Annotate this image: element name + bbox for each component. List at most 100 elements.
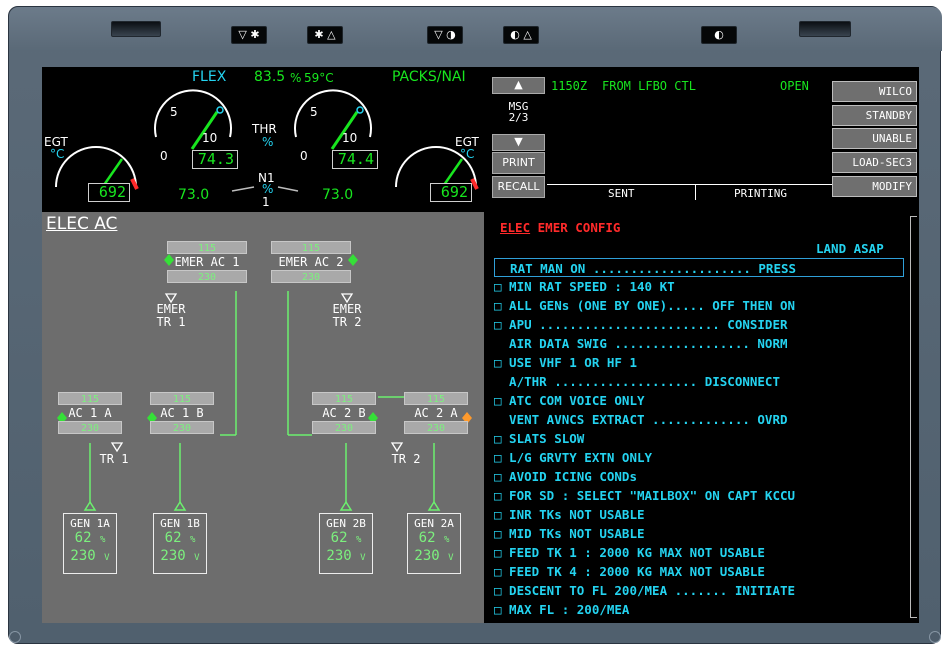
display-screen: FLEX 83.5 % 59°C PACKS/NAI 5 10 0 5 10 0… <box>42 67 919 623</box>
thr1-tick-10: 10 <box>202 131 218 145</box>
gen-2a-pct-unit: % <box>443 535 450 545</box>
msg-up-button[interactable]: ▲ <box>492 77 545 94</box>
emer-tr2-arrow <box>340 293 354 304</box>
gen-1b-pct: 62 <box>164 530 182 546</box>
gen-1b-pct-unit: % <box>189 535 196 545</box>
load-sec3-button[interactable]: LOAD-SEC3 <box>832 152 917 173</box>
gen2a-arrow <box>427 500 441 511</box>
tr2-arrow <box>390 442 404 453</box>
emer-ac2-bottom: 230 <box>271 270 351 283</box>
checklist-item-4[interactable]: □ APU ........................ CONSIDER <box>494 315 788 334</box>
checklist-item-19[interactable]: □ MAX FL : 200/MEA <box>494 600 629 619</box>
checklist-item-9[interactable]: VENT AVNCS EXTRACT ............. OVRD <box>494 410 787 429</box>
ecam-procedure: ELEC EMER CONFIG LAND ASAP RAT MAN ON ..… <box>490 212 919 623</box>
checklist-item-1[interactable]: RAT MAN ON ..................... PRESS <box>494 258 904 277</box>
n1-dash-left <box>231 186 255 192</box>
recall-button[interactable]: RECALL <box>492 176 545 198</box>
msg-from: FROM LFBO CTL <box>602 79 696 93</box>
wilco-button[interactable]: WILCO <box>832 81 917 102</box>
checklist-item-18[interactable]: □ DESCENT TO FL 200/MEA ....... INITIATE <box>494 581 795 600</box>
ac1b-top: 115 <box>150 392 214 405</box>
gen-2b-volt-unit: V <box>360 553 366 563</box>
egt2-value: 692 <box>440 183 468 201</box>
checklist-item-14[interactable]: □ INR TKs NOT USABLE <box>494 505 645 524</box>
msg-time: 1150Z <box>551 79 588 93</box>
emer-ac1-top: 115 <box>167 241 247 254</box>
gen-1a-volt-unit: V <box>104 553 110 563</box>
egt2-unit: °C <box>460 147 475 161</box>
checklist-item-17[interactable]: □ FEED TK 4 : 2000 KG MAX NOT USABLE <box>494 562 765 581</box>
emer-ac2-top: 115 <box>271 241 351 254</box>
ac1a-bottom: 230 <box>58 421 122 434</box>
contrast-key-1[interactable]: ▽ ◑ <box>427 26 463 44</box>
ac2a-name: AC 2 A <box>414 406 458 420</box>
standby-button[interactable]: STANDBY <box>832 105 917 126</box>
checklist-item-7[interactable]: A/THR ................... DISCONNECT <box>494 372 780 391</box>
status-divider <box>547 184 837 185</box>
light-sensor-right <box>799 21 851 37</box>
checklist-item-11[interactable]: □ L/G GRVTY EXTN ONLY <box>494 448 652 467</box>
checklist-item-3[interactable]: □ ALL GENs (ONE BY ONE)..... OFF THEN ON <box>494 296 795 315</box>
light-sensor-left <box>111 21 161 37</box>
ac1a-top: 115 <box>58 392 122 405</box>
emer-ac1-bottom: 230 <box>167 270 247 283</box>
checklist-item-6[interactable]: □ USE VHF 1 OR HF 1 <box>494 353 637 372</box>
checklist-item-2[interactable]: □ MIN RAT SPEED : 140 KT <box>494 277 675 296</box>
emer-tr2-label: EMER TR 2 <box>324 303 370 329</box>
thr1-value: 74.3 <box>197 150 234 168</box>
checklist-item-8[interactable]: □ ATC COM VOICE ONLY <box>494 391 645 410</box>
thr2-value: 74.4 <box>337 150 374 168</box>
ac2a-bus: 115 AC 2 A 230 <box>404 392 468 434</box>
gen-1a-pct-unit: % <box>99 535 106 545</box>
bezel-corner-screw-left <box>9 631 21 643</box>
thr2-tick-0: 0 <box>300 149 308 163</box>
ac1a-name: AC 1 A <box>68 406 112 420</box>
land-asap: LAND ASAP <box>816 241 884 256</box>
n1-marker: 1 <box>262 195 270 209</box>
checklist-item-15[interactable]: □ MID TKs NOT USABLE <box>494 524 645 543</box>
checklist-item-13[interactable]: □ FOR SD : SELECT "MAILBOX" ON CAPT KCCU <box>494 486 795 505</box>
gen-1b-name: GEN 1B <box>160 517 200 530</box>
checklist-item-16[interactable]: □ FEED TK 1 : 2000 KG MAX NOT USABLE <box>494 543 765 562</box>
status-split <box>695 184 696 200</box>
n1-engine-2: 73.0 <box>322 187 354 203</box>
emer-tr1-arrow <box>164 293 178 304</box>
brightness-key-1[interactable]: ▽ ✱ <box>231 26 267 44</box>
msg-down-button[interactable]: ▼ <box>492 134 545 151</box>
display-toggle-key[interactable]: ◐ <box>701 26 737 44</box>
thr1-tick-5: 5 <box>170 105 178 119</box>
printing-status: PRINTING <box>734 187 787 200</box>
egt1-unit: °C <box>50 147 65 161</box>
egt1-value: 692 <box>98 183 126 201</box>
down-arrow-icon: ▼ <box>514 135 523 148</box>
thr-gauge-1-target <box>216 106 224 114</box>
thr2-box: 74.4 <box>332 150 378 169</box>
procedure-scrollbar[interactable] <box>910 216 917 618</box>
checklist-item-10[interactable]: □ SLATS SLOW <box>494 429 584 448</box>
ac2b-name: AC 2 B <box>322 406 366 420</box>
ac1b-bus: 115 AC 1 B 230 <box>150 392 214 434</box>
gen-2a-pct: 62 <box>418 530 436 546</box>
emer-ac1-bus: 115 EMER AC 1 230 <box>167 241 247 283</box>
gen-2a-volt: 230 <box>414 548 440 564</box>
gen-1a-volt: 230 <box>70 548 96 564</box>
ac1b-name: AC 1 B <box>160 406 204 420</box>
thr-unit: % <box>262 135 274 149</box>
gen-2b-name: GEN 2B <box>326 517 366 530</box>
gen-1a-pct: 62 <box>74 530 92 546</box>
unable-button[interactable]: UNABLE <box>832 128 917 149</box>
checklist-item-5[interactable]: AIR DATA SWIG .................. NORM <box>494 334 787 353</box>
gen-2a-name: GEN 2A <box>414 517 454 530</box>
print-button[interactable]: PRINT <box>492 152 545 174</box>
sent-status: SENT <box>608 187 635 200</box>
modify-button[interactable]: MODIFY <box>832 176 917 197</box>
contrast-key-2[interactable]: ◐ △ <box>503 26 539 44</box>
ac1b-bottom: 230 <box>150 421 214 434</box>
tr1-arrow <box>110 442 124 453</box>
emer-ac1-name: EMER AC 1 <box>174 255 240 269</box>
tr2-label: TR 2 <box>391 452 421 466</box>
checklist-item-12[interactable]: □ AVOID ICING CONDs <box>494 467 637 486</box>
n1-dash-right <box>277 186 299 192</box>
gen-1b: GEN 1B 62 % 230 V <box>153 513 207 574</box>
brightness-key-2[interactable]: ✱ △ <box>307 26 343 44</box>
